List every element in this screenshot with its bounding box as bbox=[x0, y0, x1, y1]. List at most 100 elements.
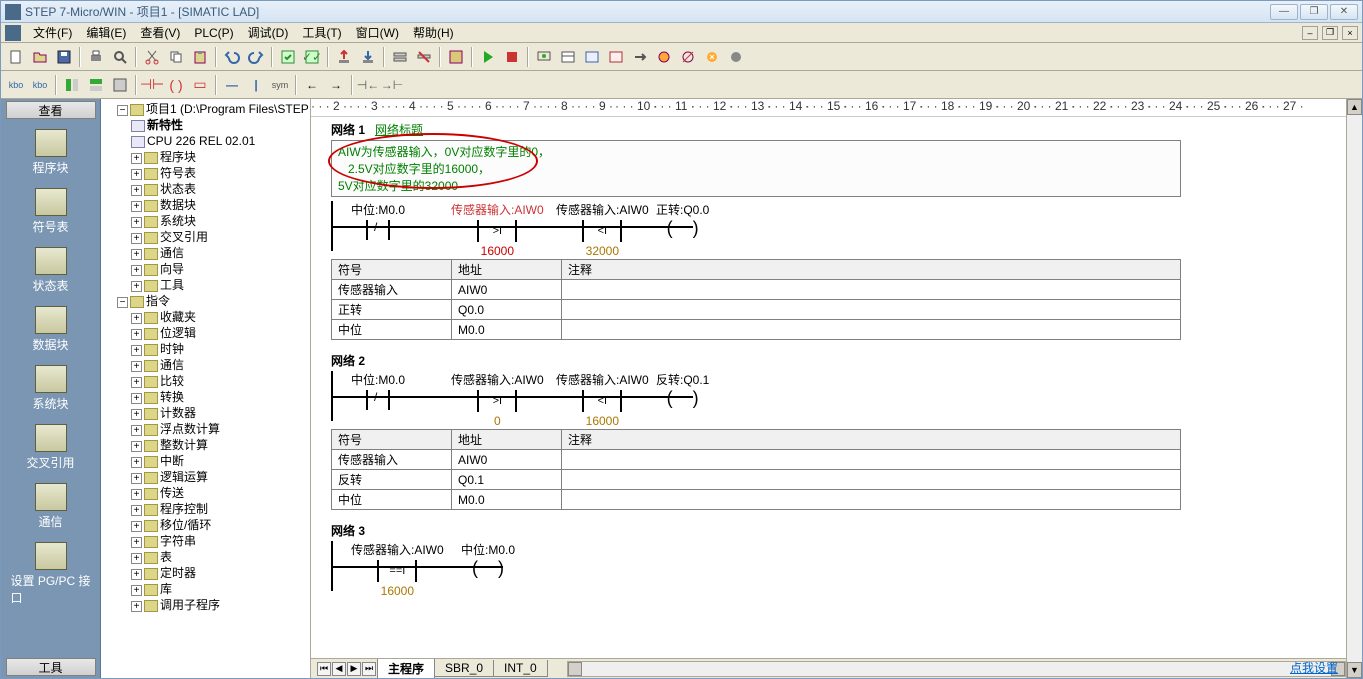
expand-icon[interactable]: + bbox=[131, 313, 142, 324]
tree-folder[interactable]: 工具 bbox=[160, 278, 184, 292]
tree-new[interactable]: 新特性 bbox=[147, 118, 183, 132]
expand-icon[interactable]: + bbox=[131, 393, 142, 404]
insert-hline-button[interactable]: — bbox=[221, 74, 243, 96]
ladder-rung[interactable]: 传感器输入:AIW0==I16000 中位:M0.0 bbox=[331, 541, 1336, 591]
status-button[interactable] bbox=[557, 46, 579, 68]
net-title-link[interactable]: 网络标题 bbox=[375, 123, 423, 137]
table-row[interactable]: 中位M0.0 bbox=[332, 320, 1181, 340]
cut-button[interactable] bbox=[141, 46, 163, 68]
project-tree[interactable]: −项目1 (D:\Program Files\STEP 7- 新特性 CPU 2… bbox=[101, 99, 311, 678]
tree-instr[interactable]: 收藏夹 bbox=[160, 310, 196, 324]
expand-icon[interactable]: + bbox=[131, 553, 142, 564]
menu-help[interactable]: 帮助(H) bbox=[407, 23, 460, 42]
expand-icon[interactable]: + bbox=[131, 441, 142, 452]
tree-folder[interactable]: 通信 bbox=[160, 246, 184, 260]
menu-file[interactable]: 文件(F) bbox=[27, 23, 78, 42]
unforce-button[interactable] bbox=[677, 46, 699, 68]
h-scrollbar[interactable] bbox=[567, 661, 1346, 677]
tree-instr[interactable]: 定时器 bbox=[160, 566, 196, 580]
toggle-view1-button[interactable] bbox=[61, 74, 83, 96]
tree-folder[interactable]: 程序块 bbox=[160, 150, 196, 164]
open-button[interactable] bbox=[29, 46, 51, 68]
maximize-button[interactable]: ❐ bbox=[1300, 4, 1328, 20]
tab-int[interactable]: INT_0 bbox=[493, 660, 548, 677]
editor-body[interactable]: 网络 1网络标题 AIW为传感器输入，0V对应数字里的0， 2.5V对应数字里的… bbox=[311, 117, 1346, 658]
expand-icon[interactable]: + bbox=[131, 345, 142, 356]
table-row[interactable]: 中位M0.0 bbox=[332, 490, 1181, 510]
nav-cross-ref[interactable]: 交叉引用 bbox=[11, 424, 91, 471]
expand-icon[interactable]: + bbox=[131, 361, 142, 372]
tree-instr[interactable]: 表 bbox=[160, 550, 172, 564]
compile-all-button[interactable]: ✓✓ bbox=[301, 46, 323, 68]
options-button[interactable] bbox=[445, 46, 467, 68]
insert-contact-button[interactable]: ⊣⊢ bbox=[141, 74, 163, 96]
redo-button[interactable] bbox=[245, 46, 267, 68]
net-comment[interactable]: AIW为传感器输入，0V对应数字里的0， 2.5V对应数字里的16000， 5V… bbox=[331, 140, 1181, 197]
ladder-rung[interactable]: 中位:M0.0/ 传感器输入:AIW0>I0 传感器输入:AIW0<I16000… bbox=[331, 371, 1336, 421]
chart2-button[interactable] bbox=[605, 46, 627, 68]
tab-main[interactable]: 主程序 bbox=[377, 659, 435, 679]
tree-instr[interactable]: 库 bbox=[160, 582, 172, 596]
expand-icon[interactable]: + bbox=[131, 233, 142, 244]
output-coil[interactable] bbox=[663, 390, 703, 410]
tab-prev[interactable]: ◀ bbox=[332, 662, 346, 676]
tree-instr[interactable]: 转换 bbox=[160, 390, 184, 404]
tab-last[interactable]: ⏭ bbox=[362, 662, 376, 676]
minimize-button[interactable]: — bbox=[1270, 4, 1298, 20]
expand-icon[interactable]: + bbox=[131, 153, 142, 164]
run-button[interactable] bbox=[477, 46, 499, 68]
tree-instr[interactable]: 程序控制 bbox=[160, 502, 208, 516]
tree-folder[interactable]: 交叉引用 bbox=[160, 230, 208, 244]
expand-icon[interactable]: + bbox=[131, 409, 142, 420]
tree-instr-root[interactable]: 指令 bbox=[146, 294, 170, 308]
expand-icon[interactable]: + bbox=[131, 217, 142, 228]
upload-button[interactable] bbox=[333, 46, 355, 68]
nav-pgpc[interactable]: 设置 PG/PC 接口 bbox=[11, 542, 91, 606]
close-button[interactable]: ✕ bbox=[1330, 4, 1358, 20]
tree-instr[interactable]: 传送 bbox=[160, 486, 184, 500]
paste-button[interactable] bbox=[189, 46, 211, 68]
tree-folder[interactable]: 系统块 bbox=[160, 214, 196, 228]
nav-left-button[interactable]: ← bbox=[301, 74, 323, 96]
tree-instr[interactable]: 移位/循环 bbox=[160, 518, 211, 532]
scroll-up-icon[interactable]: ▲ bbox=[1347, 99, 1362, 115]
tree-instr[interactable]: 通信 bbox=[160, 358, 184, 372]
expand-icon[interactable]: + bbox=[131, 585, 142, 596]
mdi-close[interactable]: × bbox=[1342, 26, 1358, 40]
ladder-rung[interactable]: 中位:M0.0/ 传感器输入:AIW0>I16000 传感器输入:AIW0<I3… bbox=[331, 201, 1336, 251]
tree-root[interactable]: 项目1 (D:\Program Files\STEP 7- bbox=[146, 102, 311, 116]
menu-edit[interactable]: 编辑(E) bbox=[80, 23, 132, 42]
expand-icon[interactable]: + bbox=[131, 457, 142, 468]
compare-box[interactable]: >I bbox=[477, 220, 517, 242]
table-row[interactable]: 反转Q0.1 bbox=[332, 470, 1181, 490]
print-button[interactable] bbox=[85, 46, 107, 68]
expand-icon[interactable]: + bbox=[131, 201, 142, 212]
nav-status-table[interactable]: 状态表 bbox=[11, 247, 91, 294]
network-delete-button[interactable] bbox=[413, 46, 435, 68]
expand-icon[interactable]: − bbox=[117, 297, 128, 308]
tab-sbr[interactable]: SBR_0 bbox=[434, 660, 494, 677]
menu-tools[interactable]: 工具(T) bbox=[296, 23, 347, 42]
menu-view[interactable]: 查看(V) bbox=[134, 23, 186, 42]
scroll-down-icon[interactable]: ▼ bbox=[1347, 662, 1362, 678]
compare-box[interactable]: >I bbox=[477, 390, 517, 412]
nav-communication[interactable]: 通信 bbox=[11, 483, 91, 530]
expand-icon[interactable]: + bbox=[131, 329, 142, 340]
expand-icon[interactable]: + bbox=[131, 521, 142, 532]
expand-icon[interactable]: − bbox=[117, 105, 128, 116]
compare-box[interactable]: <I bbox=[582, 220, 622, 242]
menu-debug[interactable]: 调试(D) bbox=[242, 23, 295, 42]
tree-instr[interactable]: 字符串 bbox=[160, 534, 196, 548]
nav-system-block[interactable]: 系统块 bbox=[11, 365, 91, 412]
expand-icon[interactable]: + bbox=[131, 377, 142, 388]
tab-first[interactable]: ⏮ bbox=[317, 662, 331, 676]
expand-icon[interactable]: + bbox=[131, 169, 142, 180]
table-row[interactable]: 正转Q0.0 bbox=[332, 300, 1181, 320]
tree-instr[interactable]: 调用子程序 bbox=[160, 598, 220, 612]
table-row[interactable]: 传感器输入AIW0 bbox=[332, 280, 1181, 300]
view-lad-button[interactable]: kbo bbox=[5, 74, 27, 96]
expand-icon[interactable]: + bbox=[131, 281, 142, 292]
nav-program-block[interactable]: 程序块 bbox=[11, 129, 91, 176]
menu-plc[interactable]: PLC(P) bbox=[188, 25, 239, 41]
tree-instr[interactable]: 计数器 bbox=[160, 406, 196, 420]
